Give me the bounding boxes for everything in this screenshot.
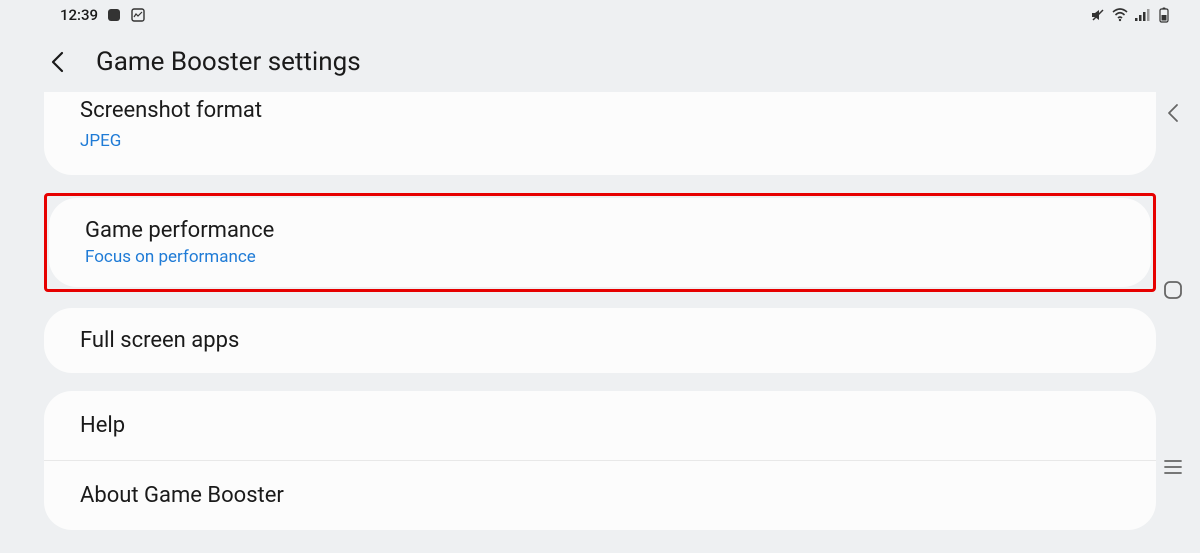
signal-icon (1134, 7, 1150, 23)
settings-item-title: Game performance (85, 218, 1115, 243)
settings-group-info: Help About Game Booster (44, 391, 1156, 530)
back-button[interactable] (44, 48, 72, 76)
page-title: Game Booster settings (96, 47, 361, 77)
status-right (1090, 7, 1172, 23)
settings-item-about[interactable]: About Game Booster (44, 461, 1156, 530)
settings-item-screenshot-format[interactable]: Screenshot format JPEG (44, 92, 1156, 175)
highlight-annotation: Game performance Focus on performance (44, 193, 1156, 292)
settings-item-value: JPEG (80, 131, 1120, 151)
status-left: 12:39 (60, 6, 146, 24)
settings-item-full-screen-apps[interactable]: Full screen apps (44, 308, 1156, 373)
settings-item-help[interactable]: Help (44, 391, 1156, 461)
header: Game Booster settings (0, 30, 1200, 94)
settings-item-title: Help (80, 413, 1120, 438)
settings-list: Screenshot format JPEG Game performance … (0, 92, 1200, 530)
settings-item-title: Screenshot format (80, 98, 1120, 123)
settings-item-title: About Game Booster (80, 483, 1120, 508)
settings-item-game-performance[interactable]: Game performance Focus on performance (49, 198, 1151, 287)
notification-icon-2 (130, 7, 146, 23)
nav-back-button[interactable] (1160, 100, 1186, 126)
settings-item-title: Full screen apps (80, 328, 1120, 353)
status-bar: 12:39 (0, 0, 1200, 30)
battery-icon (1156, 7, 1172, 23)
mute-icon (1090, 7, 1106, 23)
status-time: 12:39 (60, 6, 98, 24)
nav-recents-button[interactable] (1160, 454, 1186, 480)
navigation-rail (1158, 100, 1188, 480)
settings-item-value: Focus on performance (85, 247, 1115, 267)
nav-home-button[interactable] (1160, 277, 1186, 303)
notification-icon-1 (106, 7, 122, 23)
wifi-icon (1112, 7, 1128, 23)
